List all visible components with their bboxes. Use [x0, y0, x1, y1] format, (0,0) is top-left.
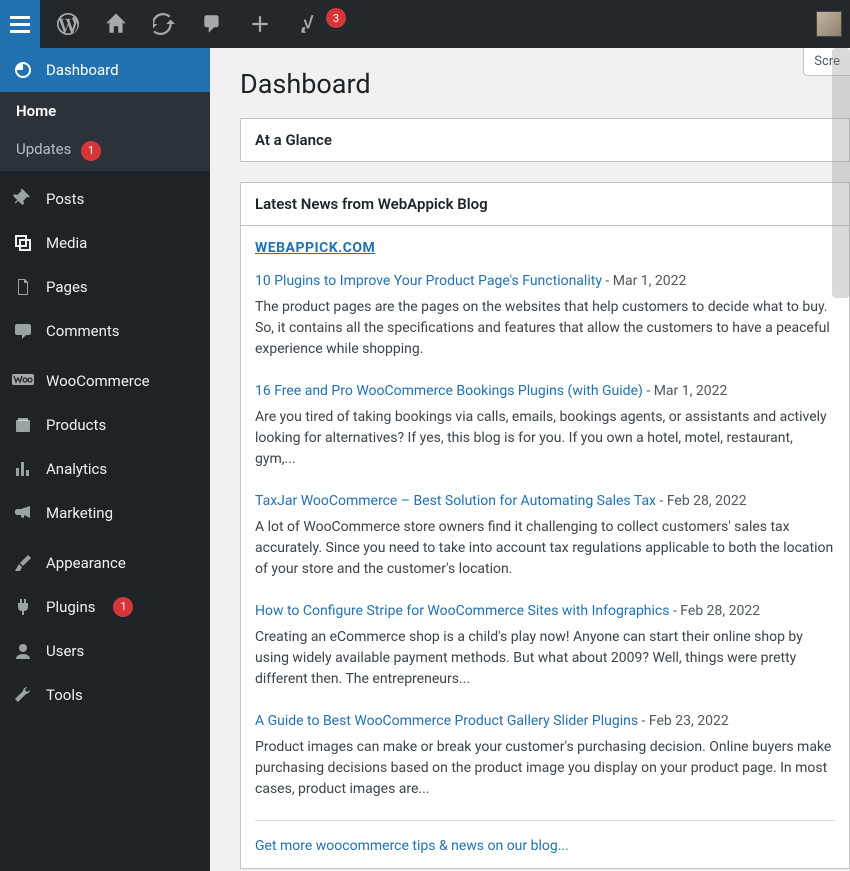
feed-item-excerpt: A lot of WooCommerce store owners find i…	[255, 517, 835, 580]
feed-item-date: - Feb 23, 2022	[638, 713, 729, 729]
feed-item-excerpt: Product images can make or break your cu…	[255, 737, 835, 800]
sidebar-item-appearance[interactable]: Appearance	[0, 541, 210, 585]
feed-item-link[interactable]: 16 Free and Pro WooCommerce Bookings Plu…	[255, 383, 643, 399]
feed-item-link[interactable]: How to Configure Stripe for WooCommerce …	[255, 603, 669, 619]
notification-badge[interactable]: 3	[326, 8, 346, 28]
pages-icon	[12, 277, 34, 297]
updates-badge: 1	[81, 141, 101, 161]
news-footer: Get more woocommerce tips & news on our …	[255, 820, 835, 854]
megaphone-icon	[12, 503, 34, 523]
yoast-icon[interactable]	[284, 0, 332, 48]
news-box-header: Latest News from WebAppick Blog	[241, 183, 849, 226]
feed-item: 10 Plugins to Improve Your Product Page'…	[255, 270, 835, 360]
refresh-icon[interactable]	[140, 0, 188, 48]
sidebar-item-products[interactable]: Products	[0, 403, 210, 447]
sidebar-item-analytics[interactable]: Analytics	[0, 447, 210, 491]
menu-toggle[interactable]	[0, 0, 40, 48]
feed-item-date: - Feb 28, 2022	[669, 603, 760, 619]
sidebar-item-media[interactable]: Media	[0, 221, 210, 265]
comment-icon[interactable]	[188, 0, 236, 48]
sidebar-label: Analytics	[46, 460, 107, 478]
sidebar-label: Marketing	[46, 504, 113, 522]
media-icon	[12, 233, 34, 253]
plugins-badge: 1	[113, 597, 133, 617]
sidebar-item-posts[interactable]: Posts	[0, 177, 210, 221]
wordpress-logo-icon[interactable]	[44, 0, 92, 48]
user-icon	[12, 641, 34, 661]
news-feed: 10 Plugins to Improve Your Product Page'…	[255, 270, 835, 800]
sidebar-label: Tools	[46, 686, 83, 704]
feed-item: TaxJar WooCommerce – Best Solution for A…	[255, 490, 835, 580]
sidebar-label: Posts	[46, 190, 84, 208]
feed-item-date: - Feb 28, 2022	[656, 493, 747, 509]
sidebar-label: Plugins	[46, 598, 95, 616]
sidebar-label: Users	[46, 642, 84, 660]
at-a-glance-box[interactable]: At a Glance	[240, 118, 850, 162]
feed-item-date: - Mar 1, 2022	[602, 273, 686, 289]
at-a-glance-header: At a Glance	[241, 119, 849, 161]
sidebar-subitem-home[interactable]: Home	[0, 92, 210, 130]
feed-item: How to Configure Stripe for WooCommerce …	[255, 600, 835, 690]
admin-sidebar: Dashboard Home Updates 1 Posts Media Pag…	[0, 48, 210, 871]
sidebar-item-users[interactable]: Users	[0, 629, 210, 673]
home-icon[interactable]	[92, 0, 140, 48]
plug-icon	[12, 597, 34, 617]
dashboard-icon	[12, 60, 34, 80]
page-title: Dashboard	[240, 68, 850, 100]
feed-item: 16 Free and Pro WooCommerce Bookings Plu…	[255, 380, 835, 470]
feed-item-excerpt: Creating an eCommerce shop is a child's …	[255, 627, 835, 690]
sidebar-label: Comments	[46, 322, 120, 340]
plus-icon[interactable]	[236, 0, 284, 48]
comments-icon	[12, 321, 34, 341]
sidebar-item-tools[interactable]: Tools	[0, 673, 210, 717]
pin-icon	[12, 189, 34, 209]
sidebar-item-marketing[interactable]: Marketing	[0, 491, 210, 535]
more-news-link[interactable]: Get more woocommerce tips & news on our …	[255, 838, 569, 854]
sidebar-label: Dashboard	[46, 61, 119, 79]
sidebar-label: Media	[46, 234, 87, 252]
feed-item: A Guide to Best WooCommerce Product Gall…	[255, 710, 835, 800]
brush-icon	[12, 553, 34, 573]
sidebar-item-dashboard[interactable]: Dashboard	[0, 48, 210, 92]
analytics-icon	[12, 459, 34, 479]
wrench-icon	[12, 685, 34, 705]
sidebar-item-plugins[interactable]: Plugins 1	[0, 585, 210, 629]
products-icon	[12, 415, 34, 435]
brand-link[interactable]: WEBAPPICK.COM	[255, 240, 835, 256]
feed-item-excerpt: Are you tired of taking bookings via cal…	[255, 407, 835, 470]
feed-item-excerpt: The product pages are the pages on the w…	[255, 297, 835, 360]
news-box: Latest News from WebAppick Blog WEBAPPIC…	[240, 182, 850, 869]
feed-item-date: - Mar 1, 2022	[643, 383, 727, 399]
main-content: Dashboard At a Glance Latest News from W…	[210, 48, 850, 871]
sidebar-item-woocommerce[interactable]: WooCommerce	[0, 359, 210, 403]
sidebar-label: Appearance	[46, 554, 126, 572]
scrollbar[interactable]	[832, 48, 850, 298]
sidebar-label: Updates	[16, 140, 71, 158]
sidebar-item-pages[interactable]: Pages	[0, 265, 210, 309]
feed-item-link[interactable]: A Guide to Best WooCommerce Product Gall…	[255, 713, 638, 729]
feed-item-link[interactable]: 10 Plugins to Improve Your Product Page'…	[255, 273, 602, 289]
sidebar-label: Products	[46, 416, 106, 434]
feed-item-link[interactable]: TaxJar WooCommerce – Best Solution for A…	[255, 493, 656, 509]
admin-bar: 3	[0, 0, 850, 48]
sidebar-label: WooCommerce	[46, 372, 150, 390]
sidebar-label: Pages	[46, 278, 88, 296]
avatar[interactable]	[816, 11, 842, 37]
sidebar-item-comments[interactable]: Comments	[0, 309, 210, 353]
sidebar-subitem-updates[interactable]: Updates 1	[0, 130, 210, 171]
woocommerce-icon	[12, 374, 34, 388]
